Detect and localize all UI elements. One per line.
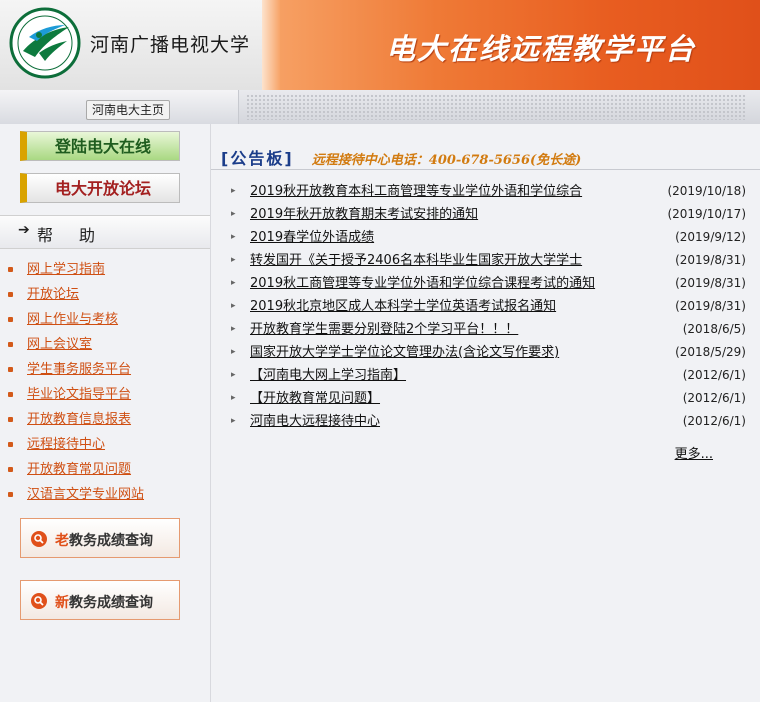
list-item: ▸ 2019秋工商管理等专业学位外语和学位综合课程考试的通知 (2019/8/31) (231, 272, 746, 295)
list-item: 远程接待中心 (0, 432, 144, 457)
list-item: 开放论坛 (0, 282, 144, 307)
notice-date: (2019/8/31) (675, 253, 746, 267)
sidebar-link-reception-center[interactable]: 远程接待中心 (27, 437, 105, 452)
list-item: ▸ 【开放教育常见问题】 (2012/6/1) (231, 387, 746, 410)
query-new-text: 教务成绩查询 (69, 595, 153, 611)
help-section-header: ➔ 帮助 (0, 215, 210, 249)
bullet-arrow-icon: ▸ (231, 278, 236, 288)
query-old-mark: 老 (55, 533, 69, 549)
home-link-button[interactable]: 河南电大主页 (86, 100, 171, 120)
list-item: ▸ 转发国开《关于授予2406名本科毕业生国家开放大学学士 (2019/8/31) (231, 249, 746, 272)
arrow-right-icon: ➔ (18, 222, 30, 238)
notice-link[interactable]: 2019秋开放教育本科工商管理等专业学位外语和学位综合 (250, 180, 582, 203)
sidebar-link-learning-guide[interactable]: 网上学习指南 (27, 262, 105, 277)
list-item: ▸ 2019年秋开放教育期末考试安排的通知 (2019/10/17) (231, 203, 746, 226)
notice-link[interactable]: 2019春学位外语成绩 (250, 226, 374, 249)
query-label: 新教务成绩查询 (55, 592, 153, 612)
notice-link[interactable]: 转发国开《关于授予2406名本科毕业生国家开放大学学士 (250, 249, 582, 272)
sidebar-link-student-services[interactable]: 学生事务服务平台 (27, 362, 131, 377)
query-new-mark: 新 (55, 595, 69, 611)
help-links-list: 网上学习指南 开放论坛 网上作业与考核 网上会议室 学生事务服务平台 毕业论文指… (0, 257, 144, 507)
sidebar-link-info-report[interactable]: 开放教育信息报表 (27, 412, 131, 427)
sidebar-link-meeting-room[interactable]: 网上会议室 (27, 337, 92, 352)
hotline-text: 远程接待中心电话：400-678-5656(免长途) (311, 153, 582, 168)
bullet-arrow-icon: ▸ (231, 347, 236, 357)
list-item: 学生事务服务平台 (0, 357, 144, 382)
list-item: 毕业论文指导平台 (0, 382, 144, 407)
list-item: ▸ 开放教育学生需要分别登陆2个学习平台！！！ (2018/6/5) (231, 318, 746, 341)
list-item: ▸ 河南电大远程接待中心 (2012/6/1) (231, 410, 746, 433)
query-old-text: 教务成绩查询 (69, 533, 153, 549)
notice-link[interactable]: 【开放教育常见问题】 (250, 387, 380, 410)
notice-date: (2018/5/29) (675, 345, 746, 359)
notice-date: (2012/6/1) (682, 391, 746, 405)
bullet-arrow-icon: ▸ (231, 370, 236, 380)
banner-title: 电大在线远程教学平台 (385, 32, 696, 66)
notice-link[interactable]: 2019年秋开放教育期末考试安排的通知 (250, 203, 478, 226)
notice-board-header: [公告板] 远程接待中心电话：400-678-5656(免长途) (221, 145, 581, 169)
sidebar-link-chinese-literature[interactable]: 汉语言文学专业网站 (27, 487, 144, 502)
bullet-arrow-icon: ▸ (231, 393, 236, 403)
university-logo-icon (9, 7, 81, 79)
sidebar-link-thesis-platform[interactable]: 毕业论文指导平台 (27, 387, 131, 402)
more-link[interactable]: 更多... (675, 443, 713, 462)
main-content: [公告板] 远程接待中心电话：400-678-5656(免长途) ▸ 2019秋开… (211, 124, 760, 702)
list-item: ▸ 2019秋北京地区成人本科学士学位英语考试报名通知 (2019/8/31) (231, 295, 746, 318)
list-item: 汉语言文学专业网站 (0, 482, 144, 507)
nav-left: 河南电大主页 (0, 90, 239, 124)
nav-decoration (246, 94, 746, 120)
notice-date: (2012/6/1) (682, 368, 746, 382)
sidebar: 登陆电大在线 电大开放论坛 ➔ 帮助 网上学习指南 开放论坛 网上作业与考核 网… (0, 124, 211, 702)
forum-button[interactable]: 电大开放论坛 (20, 173, 180, 203)
nav-strip: 河南电大主页 (0, 90, 760, 124)
notice-date: (2019/8/31) (675, 276, 746, 290)
bullet-arrow-icon: ▸ (231, 186, 236, 196)
banner: 电大在线远程教学平台 (262, 0, 760, 90)
divider (211, 169, 760, 170)
notice-date: (2019/10/18) (667, 184, 746, 198)
notice-date: (2012/6/1) (682, 414, 746, 428)
list-item: ▸ 2019秋开放教育本科工商管理等专业学位外语和学位综合 (2019/10/18) (231, 180, 746, 203)
bullet-arrow-icon: ▸ (231, 255, 236, 265)
query-label: 老教务成绩查询 (55, 530, 153, 550)
notice-date: (2018/6/5) (682, 322, 746, 336)
sidebar-link-open-forum[interactable]: 开放论坛 (27, 287, 79, 302)
list-item: 开放教育信息报表 (0, 407, 144, 432)
notice-list: ▸ 2019秋开放教育本科工商管理等专业学位外语和学位综合 (2019/10/18)… (231, 180, 746, 433)
notice-link[interactable]: 国家开放大学学士学位论文管理办法(含论文写作要求) (250, 341, 559, 364)
header: 河南广播电视大学 电大在线远程教学平台 (0, 0, 760, 91)
sidebar-link-homework[interactable]: 网上作业与考核 (27, 312, 118, 327)
bullet-arrow-icon: ▸ (231, 301, 236, 311)
notice-link[interactable]: 河南电大远程接待中心 (250, 410, 380, 433)
sidebar-link-faq[interactable]: 开放教育常见问题 (27, 462, 131, 477)
list-item: 网上作业与考核 (0, 307, 144, 332)
old-grade-query-button[interactable]: 老教务成绩查询 (20, 518, 180, 558)
notice-date: (2019/8/31) (675, 299, 746, 313)
help-label: 帮助 (37, 226, 122, 245)
notice-date: (2019/9/12) (675, 230, 746, 244)
bullet-arrow-icon: ▸ (231, 324, 236, 334)
list-item: ▸ 【河南电大网上学习指南】 (2012/6/1) (231, 364, 746, 387)
list-item: 网上学习指南 (0, 257, 144, 282)
notice-date: (2019/10/17) (667, 207, 746, 221)
bullet-arrow-icon: ▸ (231, 232, 236, 242)
logo-area: 河南广播电视大学 (0, 0, 262, 91)
notice-board-title: [公告板] (221, 149, 294, 168)
notice-link[interactable]: 2019秋工商管理等专业学位外语和学位综合课程考试的通知 (250, 272, 595, 295)
search-icon (31, 593, 47, 609)
list-item: ▸ 2019春学位外语成绩 (2019/9/12) (231, 226, 746, 249)
notice-link[interactable]: 【河南电大网上学习指南】 (250, 364, 406, 387)
school-name: 河南广播电视大学 (90, 34, 251, 56)
list-item: 网上会议室 (0, 332, 144, 357)
new-grade-query-button[interactable]: 新教务成绩查询 (20, 580, 180, 620)
notice-link[interactable]: 2019秋北京地区成人本科学士学位英语考试报名通知 (250, 295, 556, 318)
search-icon (31, 531, 47, 547)
list-item: 开放教育常见问题 (0, 457, 144, 482)
login-button[interactable]: 登陆电大在线 (20, 131, 180, 161)
bullet-arrow-icon: ▸ (231, 209, 236, 219)
bullet-arrow-icon: ▸ (231, 416, 236, 426)
notice-link[interactable]: 开放教育学生需要分别登陆2个学习平台！！！ (250, 318, 518, 341)
list-item: ▸ 国家开放大学学士学位论文管理办法(含论文写作要求) (2018/5/29) (231, 341, 746, 364)
